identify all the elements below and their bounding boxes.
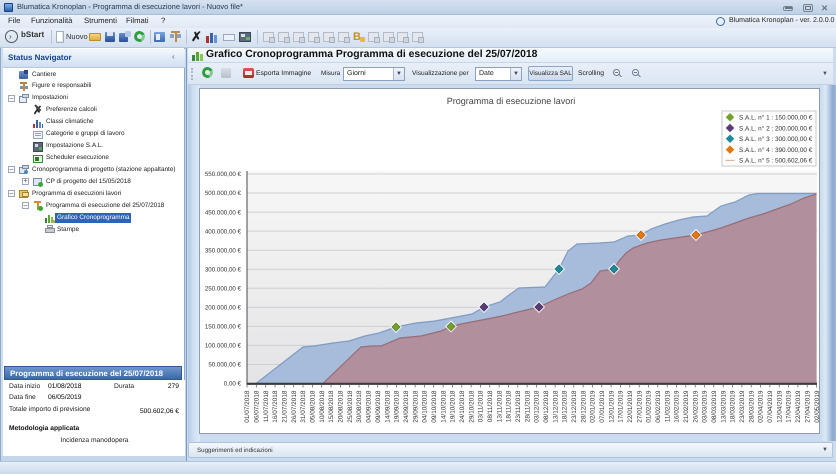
- svg-text:01/02/2019: 01/02/2019: [646, 390, 653, 423]
- svg-text:150.000,00 €: 150.000,00 €: [205, 324, 242, 331]
- svg-text:300.000,00 €: 300.000,00 €: [205, 266, 242, 273]
- svg-text:10/08/2018: 10/08/2018: [319, 390, 326, 423]
- svg-text:03/12/2018: 03/12/2018: [534, 390, 541, 423]
- svg-text:250.000,00 €: 250.000,00 €: [205, 286, 242, 293]
- svg-text:500.000,00 €: 500.000,00 €: [205, 190, 242, 197]
- svg-text:05/08/2018: 05/08/2018: [310, 390, 317, 423]
- svg-text:24/10/2018: 24/10/2018: [459, 390, 466, 423]
- svg-text:27/01/2019: 27/01/2019: [636, 390, 643, 423]
- svg-text:14/09/2018: 14/09/2018: [384, 390, 391, 423]
- svg-text:07/04/2019: 07/04/2019: [767, 390, 774, 423]
- svg-text:16/07/2018: 16/07/2018: [272, 390, 279, 423]
- svg-text:S.A.L. n° 2 : 200.000,00 €: S.A.L. n° 2 : 200.000,00 €: [739, 125, 813, 132]
- svg-text:13/12/2018: 13/12/2018: [552, 390, 559, 423]
- svg-text:18/03/2019: 18/03/2019: [730, 390, 737, 423]
- svg-text:04/09/2018: 04/09/2018: [366, 390, 373, 423]
- svg-text:18/11/2018: 18/11/2018: [506, 390, 513, 422]
- svg-text:14/10/2018: 14/10/2018: [440, 390, 447, 423]
- svg-text:S.A.L. n° 1 : 150.000,00 €: S.A.L. n° 1 : 150.000,00 €: [739, 115, 813, 122]
- svg-text:23/03/2019: 23/03/2019: [739, 390, 746, 423]
- svg-text:23/11/2018: 23/11/2018: [515, 390, 522, 422]
- svg-text:06/07/2018: 06/07/2018: [254, 390, 261, 423]
- svg-text:03/03/2019: 03/03/2019: [702, 390, 709, 423]
- svg-text:22/04/2019: 22/04/2019: [795, 390, 802, 423]
- svg-text:13/03/2019: 13/03/2019: [720, 390, 727, 423]
- svg-text:25/08/2018: 25/08/2018: [347, 390, 354, 423]
- svg-text:S.A.L. n° 3 : 300.000,00 €: S.A.L. n° 3 : 300.000,00 €: [739, 136, 813, 143]
- svg-text:07/01/2019: 07/01/2019: [599, 390, 606, 423]
- svg-text:17/04/2019: 17/04/2019: [786, 390, 793, 423]
- svg-text:08/11/2018: 08/11/2018: [487, 390, 494, 422]
- svg-text:09/09/2018: 09/09/2018: [375, 390, 382, 423]
- svg-text:08/03/2019: 08/03/2019: [711, 390, 718, 423]
- svg-text:24/09/2018: 24/09/2018: [403, 390, 410, 423]
- svg-text:200.000,00 €: 200.000,00 €: [205, 305, 242, 312]
- svg-text:11/02/2019: 11/02/2019: [664, 390, 671, 422]
- svg-text:02/05/2019: 02/05/2019: [814, 390, 820, 423]
- svg-text:31/07/2018: 31/07/2018: [300, 390, 307, 423]
- svg-text:04/10/2018: 04/10/2018: [422, 390, 429, 423]
- svg-text:21/02/2019: 21/02/2019: [683, 390, 690, 423]
- svg-text:17/01/2019: 17/01/2019: [618, 390, 625, 423]
- svg-text:550.000,00 €: 550.000,00 €: [205, 171, 242, 178]
- svg-text:20/08/2018: 20/08/2018: [338, 390, 345, 423]
- svg-text:28/12/2018: 28/12/2018: [580, 390, 587, 423]
- svg-text:19/09/2018: 19/09/2018: [394, 390, 401, 423]
- svg-text:29/10/2018: 29/10/2018: [468, 390, 475, 423]
- svg-text:23/12/2018: 23/12/2018: [571, 390, 578, 423]
- svg-text:11/07/2018: 11/07/2018: [263, 390, 270, 422]
- svg-text:08/12/2018: 08/12/2018: [543, 390, 550, 423]
- svg-text:400.000,00 €: 400.000,00 €: [205, 228, 242, 235]
- svg-text:100.000,00 €: 100.000,00 €: [205, 343, 242, 350]
- svg-text:12/04/2019: 12/04/2019: [776, 390, 783, 423]
- svg-text:S.A.L. n° 5 : 500.602,06 €: S.A.L. n° 5 : 500.602,06 €: [739, 158, 813, 165]
- svg-text:16/02/2019: 16/02/2019: [674, 390, 681, 423]
- svg-text:22/01/2019: 22/01/2019: [627, 390, 634, 423]
- svg-text:21/07/2018: 21/07/2018: [282, 390, 289, 423]
- svg-text:Programma di esecuzione lavori: Programma di esecuzione lavori: [447, 96, 576, 106]
- svg-text:30/08/2018: 30/08/2018: [356, 390, 363, 423]
- svg-text:0,00 €: 0,00 €: [224, 381, 242, 388]
- svg-text:26/02/2019: 26/02/2019: [692, 390, 699, 423]
- svg-text:02/01/2019: 02/01/2019: [590, 390, 597, 423]
- svg-text:03/11/2018: 03/11/2018: [478, 390, 485, 422]
- svg-text:12/01/2019: 12/01/2019: [608, 390, 615, 423]
- svg-text:28/03/2019: 28/03/2019: [748, 390, 755, 423]
- svg-text:350.000,00 €: 350.000,00 €: [205, 247, 242, 254]
- svg-text:09/10/2018: 09/10/2018: [431, 390, 438, 423]
- svg-text:19/10/2018: 19/10/2018: [450, 390, 457, 423]
- svg-text:01/07/2018: 01/07/2018: [244, 390, 251, 423]
- svg-text:29/09/2018: 29/09/2018: [412, 390, 419, 423]
- svg-text:15/08/2018: 15/08/2018: [328, 390, 335, 423]
- svg-text:02/04/2019: 02/04/2019: [758, 390, 765, 423]
- svg-text:18/12/2018: 18/12/2018: [562, 390, 569, 423]
- svg-text:50.000,00 €: 50.000,00 €: [208, 362, 241, 369]
- svg-text:28/11/2018: 28/11/2018: [524, 390, 531, 422]
- svg-text:06/02/2019: 06/02/2019: [655, 390, 662, 423]
- svg-text:13/11/2018: 13/11/2018: [496, 390, 503, 422]
- svg-text:27/04/2019: 27/04/2019: [804, 390, 811, 423]
- svg-text:26/07/2018: 26/07/2018: [291, 390, 298, 423]
- svg-text:450.000,00 €: 450.000,00 €: [205, 209, 242, 216]
- svg-text:S.A.L. n° 4 : 390.000,00 €: S.A.L. n° 4 : 390.000,00 €: [739, 147, 813, 154]
